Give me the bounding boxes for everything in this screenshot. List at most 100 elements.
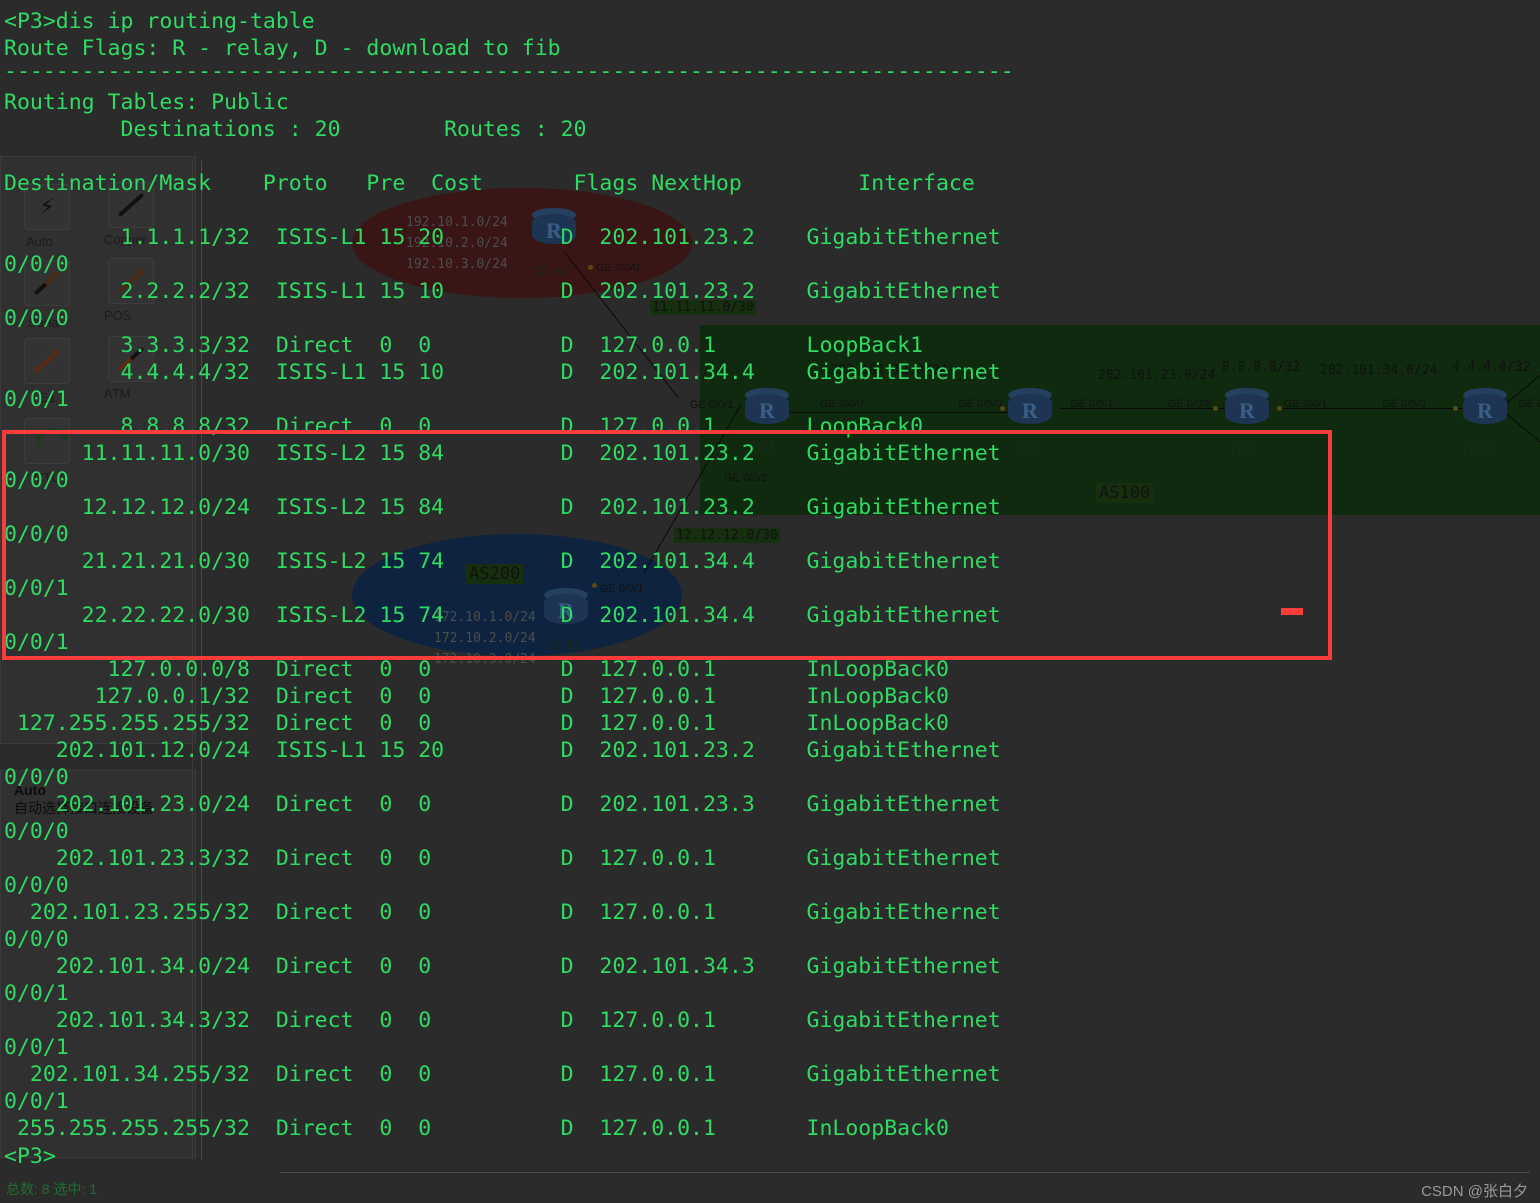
router-body xyxy=(544,594,588,624)
cable-tooltip-body: 自动选择接口连接设备 xyxy=(14,800,154,816)
router-top xyxy=(544,588,588,602)
cable-caption-serial: Serial xyxy=(28,315,62,330)
link-pe1-p2 xyxy=(770,412,1020,413)
net-label-11-11-11: 11.11.11.0/30 xyxy=(650,300,756,315)
cli-terminal-output[interactable]: <P3>dis ip routing-table Route Flags: R … xyxy=(0,0,1540,1203)
cable-icon-atm[interactable] xyxy=(108,336,154,382)
router-p3[interactable]: R xyxy=(1225,388,1269,428)
cable-icon-pos[interactable] xyxy=(108,258,154,304)
link-pe4-upper xyxy=(1505,371,1540,405)
link-pe4-lower xyxy=(1504,412,1540,445)
router-top xyxy=(745,388,789,402)
ce-a1-subnets: 192.10.1.0/24 192.10.2.0/24 192.10.3.0/2… xyxy=(406,212,508,275)
pos-line-icon xyxy=(117,268,145,294)
router-glyph: R xyxy=(546,218,562,243)
ce-b1-cloud xyxy=(352,534,682,656)
router-label-p3: P3 xyxy=(1238,444,1253,458)
status-bar: 总数: 8 选中: 1 CSDN @张白夕 xyxy=(0,1177,1540,1203)
ctl-arc-icon xyxy=(29,421,75,467)
as100-zone xyxy=(700,325,1540,515)
cli-counts-line: Destinations : 20 Routes : 20 xyxy=(4,117,587,142)
panel-divider-right xyxy=(201,160,202,1160)
net-label-8-8-8-8: 8.8.8.8/32 xyxy=(1222,360,1301,375)
palette-frame-bottom xyxy=(0,770,196,1158)
ce-b1-subnets: 172.10.1.0/24 172.10.2.0/24 172.10.3.0/2… xyxy=(434,607,536,670)
e1-line-icon xyxy=(33,348,61,374)
cable-caption-atm: ATM xyxy=(104,386,131,401)
if-label-gef: GE 0/0/1 xyxy=(1070,398,1114,410)
if-label-geh: GE 0/0/1 xyxy=(1284,398,1328,410)
port-dot xyxy=(1453,406,1458,411)
cli-routes-block: 1.1.1.1/32 ISIS-L1 15 20 D 202.101.23.2 … xyxy=(4,225,1001,1141)
router-top xyxy=(1008,388,1052,402)
router-top xyxy=(1225,388,1269,402)
cable-icon-serial[interactable] xyxy=(24,260,70,306)
status-selection-count: 总数: 8 选中: 1 xyxy=(6,1181,98,1197)
cable-caption-ctl: CTL xyxy=(34,470,59,485)
router-top xyxy=(1463,388,1507,402)
router-body xyxy=(745,394,789,424)
net-label-12-12-12: 12.12.12.0/30 xyxy=(674,528,780,543)
palette-frame-top xyxy=(0,156,196,744)
router-body xyxy=(532,214,576,244)
cli-divider: ----------------------------------------… xyxy=(4,59,1014,84)
link-cea1-pe1 xyxy=(564,252,679,399)
as-label-as200: AS200 xyxy=(466,564,524,584)
net-label-4-4-4-4: 4.4.4.4/32 xyxy=(1452,360,1531,375)
cable-icon-auto[interactable]: ⚡ xyxy=(24,184,70,230)
ce-b1-subnet-3: 172.10.3.0/24 xyxy=(434,652,536,667)
router-glyph: R xyxy=(759,398,775,423)
router-ce-a1[interactable]: R xyxy=(532,208,576,248)
if-label-ged: GE 0/0/0 xyxy=(820,398,864,410)
cable-tooltip-title: Auto xyxy=(14,782,46,798)
ensp-window: R CE-A1 R PE1 R P2 R P3 R PE4 R CE-B1 GE… xyxy=(0,0,1540,1203)
router-top xyxy=(532,208,576,222)
port-dot xyxy=(592,583,597,588)
ce-a1-cloud xyxy=(352,188,692,298)
cable-caption-pos: POS xyxy=(104,308,132,323)
if-label-gea: GE 0/0/0 xyxy=(596,262,640,274)
router-label-ce-b1: CE-B1 xyxy=(546,638,582,652)
router-body xyxy=(1008,394,1052,424)
cli-header-line: Destination/Mask Proto Pre Cost Flags Ne… xyxy=(4,171,975,196)
cable-icon-ctl[interactable] xyxy=(24,418,75,467)
router-ce-b1[interactable]: R xyxy=(544,588,588,628)
port-dot xyxy=(1000,406,1005,411)
router-p2[interactable]: R xyxy=(1008,388,1052,428)
if-label-geb: GE 0/0/1 xyxy=(690,399,734,411)
atm-line-icon xyxy=(117,346,145,372)
cli-route-flags: Route Flags: R - relay, D - download to … xyxy=(4,36,561,61)
router-pe4[interactable]: R xyxy=(1463,388,1507,428)
router-glyph: R xyxy=(1022,398,1038,423)
panel-divider-left xyxy=(192,160,193,1160)
cable-caption-auto: Auto xyxy=(26,234,53,249)
router-glyph: R xyxy=(1239,398,1255,423)
router-body xyxy=(1463,394,1507,424)
router-body xyxy=(1225,394,1269,424)
as-label-as100: AS100 xyxy=(1096,483,1154,503)
copper-line-icon xyxy=(117,192,145,218)
router-glyph: R xyxy=(558,598,574,623)
port-dot xyxy=(1213,406,1218,411)
if-label-gej: GE 0/0/0 xyxy=(1518,398,1540,410)
topology-canvas: R CE-A1 R PE1 R P2 R P3 R PE4 R CE-B1 GE… xyxy=(0,0,1540,1203)
cable-tooltip: Auto 自动选择接口连接设备 xyxy=(14,782,154,818)
if-label-gee: GE 0/0/0 xyxy=(958,398,1002,410)
cable-caption-copper: Copper xyxy=(104,232,147,247)
ce-b1-subnet-2: 172.10.2.0/24 xyxy=(434,631,536,646)
if-label-geg: GE 0/0/0 xyxy=(1168,398,1212,410)
if-label-gek: GE 0/0/1 xyxy=(600,583,644,595)
router-label-pe1: PE1 xyxy=(752,438,775,452)
serial-line-icon xyxy=(33,270,61,296)
router-pe1[interactable]: R xyxy=(745,388,789,428)
cable-icon-copper[interactable] xyxy=(108,182,154,228)
annotation-dash xyxy=(1281,608,1303,615)
router-glyph: R xyxy=(1477,398,1493,423)
cli-prompt-line: <P3>dis ip routing-table xyxy=(4,9,315,34)
cli-tables-line: Routing Tables: Public xyxy=(4,90,289,115)
cable-icon-e1[interactable] xyxy=(24,338,70,384)
net-label-202-101-34: 202.101.34.0/24 xyxy=(1320,363,1438,378)
link-p3-pe4 xyxy=(1282,408,1467,409)
router-label-pe4: PE4 xyxy=(1470,444,1493,458)
port-dot xyxy=(588,265,593,270)
